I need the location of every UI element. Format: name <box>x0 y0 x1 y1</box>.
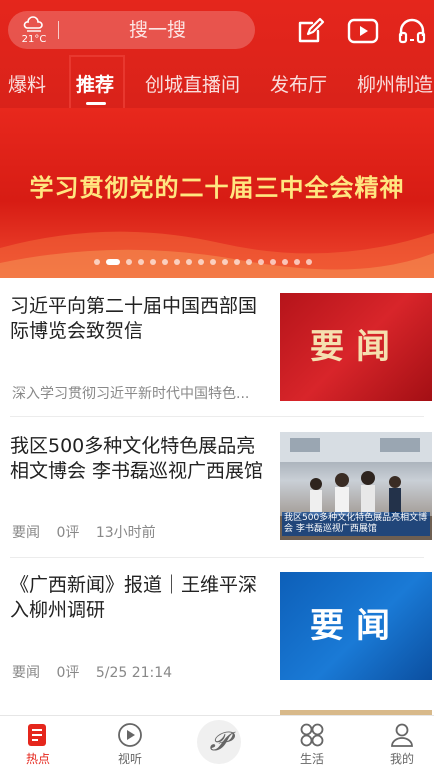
play-icon <box>118 723 142 747</box>
search-bar[interactable]: 21°C 搜一搜 <box>8 11 255 49</box>
news-meta: 要闻 0评 13小时前 <box>12 522 168 542</box>
thumb-caption: 我区500多种文化特色展品亮相文博会 李书磊巡视广西展馆 <box>282 512 430 536</box>
banner-carousel[interactable]: 学习贯彻党的二十届三中全会精神 <box>0 108 434 278</box>
banner-wave-decoration <box>0 231 434 278</box>
carousel-dot[interactable] <box>126 259 132 265</box>
thumb-label: 要闻 <box>310 327 402 367</box>
nav-life[interactable]: 生活 <box>277 722 347 767</box>
channel-tabs: 爆料 推荐 创城直播间 发布厅 柳州制造 <box>0 60 434 108</box>
temperature: 21°C <box>21 34 47 45</box>
cloud-icon <box>23 16 43 32</box>
carousel-dot[interactable] <box>246 259 252 265</box>
tab-press-hall[interactable]: 发布厅 <box>270 70 327 97</box>
carousel-dot[interactable] <box>150 259 156 265</box>
tab-baoliao[interactable]: 爆料 <box>8 70 46 97</box>
search-placeholder[interactable]: 搜一搜 <box>60 11 255 49</box>
news-title[interactable]: 《广西新闻》报道｜王维平深入柳州调研 <box>10 573 268 623</box>
bottom-navigation: 热点 视听 𝓟 生活 我的 <box>0 715 434 775</box>
carousel-dot[interactable] <box>138 259 144 265</box>
thumb-label: 要闻 <box>310 606 402 646</box>
video-icon[interactable] <box>347 16 379 46</box>
tab-liuzhou-made[interactable]: 柳州制造 <box>357 70 433 97</box>
news-item[interactable]: 习近平向第二十届中国西部国际博览会致贺信 深入学习贯彻习近平新时代中国特色...… <box>0 278 434 413</box>
news-title[interactable]: 我区500多种文化特色展品亮相文博会 李书磊巡视广西展馆 <box>10 434 268 484</box>
user-icon <box>391 723 413 747</box>
nav-label: 生活 <box>299 752 324 766</box>
carousel-dot[interactable] <box>174 259 180 265</box>
news-title[interactable]: 习近平向第二十届中国西部国际博览会致贺信 <box>10 294 268 344</box>
news-summary: 深入学习贯彻习近平新时代中国特色... <box>12 386 250 402</box>
nav-hot[interactable]: 热点 <box>3 722 73 767</box>
banner-headline: 学习贯彻党的二十届三中全会精神 <box>29 173 405 202</box>
carousel-dot[interactable] <box>222 259 228 265</box>
top-bar: 21°C 搜一搜 <box>0 8 434 52</box>
headphones-icon[interactable] <box>397 16 427 46</box>
carousel-dot[interactable] <box>210 259 216 265</box>
news-time: 5/25 21:14 <box>95 665 173 681</box>
nav-av[interactable]: 视听 <box>95 722 165 767</box>
news-meta: 要闻 0评 5/25 21:14 <box>12 662 184 682</box>
divider <box>10 416 424 417</box>
news-source: 要闻 <box>12 525 40 541</box>
nav-mine[interactable]: 我的 <box>367 722 434 767</box>
carousel-dot[interactable] <box>94 259 100 265</box>
carousel-dot[interactable] <box>306 259 312 265</box>
news-source: 要闻 <box>12 665 40 681</box>
news-comments: 0评 <box>56 665 80 681</box>
divider <box>10 557 424 558</box>
news-item[interactable]: 我区500多种文化特色展品亮相文博会 李书磊巡视广西展馆 要闻 0评 13小时前… <box>0 418 434 555</box>
carousel-dot[interactable] <box>294 259 300 265</box>
carousel-dot[interactable] <box>198 259 204 265</box>
nav-label: 我的 <box>389 752 414 766</box>
carousel-dot[interactable] <box>234 259 240 265</box>
carousel-dot[interactable] <box>186 259 192 265</box>
tab-live-room[interactable]: 创城直播间 <box>145 70 240 97</box>
carousel-dot[interactable] <box>258 259 264 265</box>
grid-icon <box>300 723 324 747</box>
search-divider <box>58 21 59 39</box>
nav-label: 视听 <box>117 752 142 766</box>
news-time: 13小时前 <box>95 525 156 541</box>
logo-icon[interactable]: 𝓟 <box>197 720 241 764</box>
carousel-dot[interactable] <box>270 259 276 265</box>
news-icon <box>28 724 46 746</box>
carousel-dot[interactable] <box>282 259 288 265</box>
news-thumbnail[interactable]: 要闻 <box>280 572 432 680</box>
carousel-dot[interactable] <box>106 259 120 265</box>
app-header: 21°C 搜一搜 爆料 推荐 创城直播间 发布厅 柳州制造 <box>0 0 434 108</box>
news-thumbnail[interactable]: 我区500多种文化特色展品亮相文博会 李书磊巡视广西展馆 <box>280 432 432 540</box>
carousel-dot[interactable] <box>162 259 168 265</box>
news-thumbnail[interactable]: 要闻 <box>280 293 432 401</box>
edit-icon[interactable] <box>295 16 325 46</box>
weather-widget[interactable]: 21°C <box>18 14 50 48</box>
news-item[interactable]: 《广西新闻》报道｜王维平深入柳州调研 要闻 0评 5/25 21:14 要闻 <box>0 559 434 699</box>
nav-label: 热点 <box>25 752 50 766</box>
news-comments: 0评 <box>56 525 80 541</box>
